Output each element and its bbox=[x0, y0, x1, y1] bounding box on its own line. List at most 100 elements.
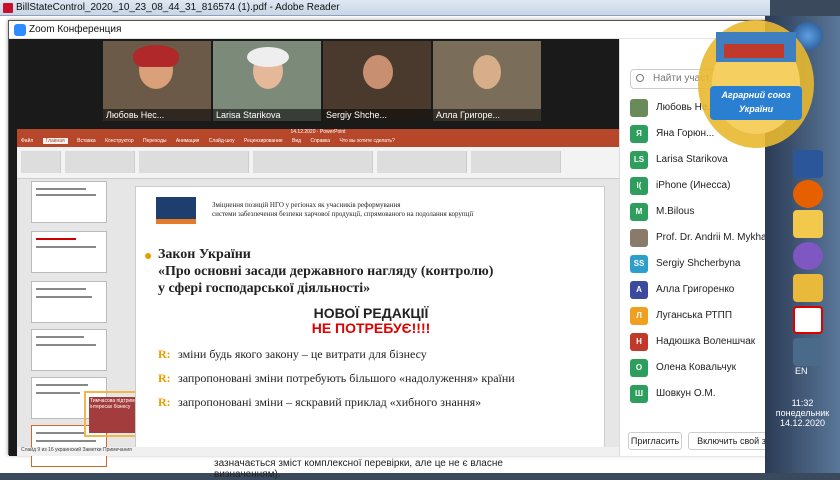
slide-heading-3: у сфері господарської діяльності» bbox=[158, 281, 371, 296]
participant-name: Алла Григоренко bbox=[656, 284, 735, 295]
ppt-tab[interactable]: Вставка bbox=[77, 138, 96, 144]
participant-avatar: Л bbox=[630, 307, 648, 325]
word-icon[interactable] bbox=[793, 150, 823, 178]
search-icon bbox=[636, 74, 644, 82]
participant-name: Олена Ковальчук bbox=[656, 362, 737, 373]
zoom-share-area: Любовь Нес... Larisa Starikova Sergiy Sh… bbox=[9, 39, 619, 467]
ppt-ribbon-tabs: Файл Главная Вставка Конструктор Переход… bbox=[17, 138, 619, 147]
participant-avatar: А bbox=[630, 281, 648, 299]
participant-avatar: SS bbox=[630, 255, 648, 273]
participant-avatar: Я bbox=[630, 125, 648, 143]
ppt-tab[interactable]: Слайд-шоу bbox=[209, 138, 235, 144]
ppt-tab[interactable]: Анимация bbox=[176, 138, 199, 144]
logo-text-line1: Аграрний союз bbox=[721, 90, 791, 100]
slide-bullet: ● bbox=[144, 249, 153, 264]
ppt-search[interactable]: Что вы хотите сделать? bbox=[339, 138, 394, 144]
participant-avatar: LS bbox=[630, 151, 648, 169]
ribbon-group[interactable] bbox=[377, 151, 467, 173]
ppt-title: 14.12.2020 · PowerPoint bbox=[17, 129, 619, 138]
video-name: Алла Григоре... bbox=[433, 109, 541, 121]
slide-thumbnail[interactable] bbox=[31, 329, 107, 371]
video-tile[interactable]: Larisa Starikova bbox=[213, 41, 321, 121]
acrobat-icon[interactable] bbox=[793, 306, 823, 334]
ppt-tab[interactable]: Вид bbox=[292, 138, 301, 144]
participant-name: Луганська РТПП bbox=[656, 310, 733, 321]
video-tile[interactable]: Любовь Нес... bbox=[103, 41, 211, 121]
reader-document-text: зазначається зміст комплексної перевірки… bbox=[0, 455, 770, 480]
clock-day: понедельник bbox=[775, 408, 830, 418]
clock-date: 14.12.2020 bbox=[779, 418, 826, 428]
zoom-window-title: Zoom Конференция bbox=[29, 24, 122, 35]
slide-red-line2: НЕ ПОТРЕБУЄ!!!! bbox=[311, 320, 431, 336]
participant-avatar: О bbox=[630, 359, 648, 377]
ribbon-group[interactable] bbox=[253, 151, 373, 173]
ppt-statusbar: Слайд 9 из 16 украинский Заметки Примеча… bbox=[17, 447, 619, 456]
slide-r-label: R: bbox=[158, 371, 171, 385]
ppt-ribbon bbox=[17, 147, 619, 179]
video-name: Larisa Starikova bbox=[213, 109, 321, 121]
video-name: Sergiy Shche... bbox=[323, 109, 431, 121]
sticky-notes-icon[interactable] bbox=[793, 210, 823, 238]
participant-avatar: Ш bbox=[630, 385, 648, 403]
slide-r-label: R: bbox=[158, 347, 171, 361]
participant-face bbox=[363, 55, 393, 89]
powerpoint-window: 14.12.2020 · PowerPoint Файл Главная Вст… bbox=[17, 129, 619, 467]
participant-name: Надюшка Воленшчак bbox=[656, 336, 756, 347]
participant-avatar bbox=[630, 99, 648, 117]
zoom-camera-icon bbox=[14, 24, 26, 36]
video-tile[interactable]: Sergiy Shche... bbox=[323, 41, 431, 121]
language-indicator[interactable]: EN bbox=[795, 366, 808, 376]
participant-name: iPhone (Инесса) bbox=[656, 180, 731, 191]
wheat-wreath-icon bbox=[698, 20, 814, 148]
logo-text-line2: України bbox=[738, 104, 774, 114]
system-clock[interactable]: 11:32 понедельник 14.12.2020 bbox=[765, 398, 840, 428]
project-logo-bar bbox=[156, 219, 196, 224]
participant-hair bbox=[133, 45, 179, 67]
participant-name: Sergiy Shcherbyna bbox=[656, 258, 741, 269]
slide-r-item: запропоновані зміни – яскравий приклад «… bbox=[178, 395, 482, 409]
ppt-tab[interactable]: Справка bbox=[310, 138, 330, 144]
participant-name: Larisa Starikova bbox=[656, 154, 728, 165]
ppt-tab[interactable]: Файл bbox=[21, 138, 33, 144]
participant-name: Шовкун О.М. bbox=[656, 388, 716, 399]
participant-name: Prof. Dr. Andrii M. Mykhailov bbox=[656, 232, 782, 243]
video-name: Любовь Нес... bbox=[103, 109, 211, 121]
agrarian-union-logo: Аграрний союз України bbox=[690, 4, 822, 154]
slide-header-line2: системи забезпечення безпеки харчової пр… bbox=[212, 210, 474, 218]
firefox-icon[interactable] bbox=[793, 180, 823, 208]
reader-window-title: BillStateControl_2020_10_23_08_44_31_816… bbox=[16, 2, 340, 13]
hidden-icons-icon[interactable] bbox=[793, 338, 823, 366]
ribbon-group[interactable] bbox=[139, 151, 249, 173]
clock-time: 11:32 bbox=[791, 398, 814, 408]
folder-icon[interactable] bbox=[793, 274, 823, 302]
slide-thumbnail[interactable] bbox=[31, 281, 107, 323]
ppt-tab[interactable]: Рецензирование bbox=[244, 138, 283, 144]
slide-r-item: зміни будь якого закону – це витрати для… bbox=[178, 347, 427, 361]
project-logo bbox=[156, 197, 196, 219]
slide-r-label: R: bbox=[158, 395, 171, 409]
slide-header-line1: Зміцнення позицій НГО у регіонах як учас… bbox=[212, 201, 401, 209]
ribbon-group[interactable] bbox=[65, 151, 135, 173]
slide-red-line1: НОВОЇ РЕДАКЦІЇ bbox=[313, 305, 429, 321]
ribbon-group[interactable] bbox=[471, 151, 561, 173]
slide-heading-1: Закон України bbox=[158, 247, 251, 262]
video-tile[interactable]: Алла Григоре... bbox=[433, 41, 541, 121]
slide-thumbnail[interactable] bbox=[31, 181, 107, 223]
ppt-tab[interactable]: Переходы bbox=[143, 138, 166, 144]
participant-face bbox=[473, 55, 501, 89]
participant-avatar: I( bbox=[630, 177, 648, 195]
participant-hair bbox=[247, 47, 289, 67]
current-slide: Зміцнення позицій НГО у регіонах як учас… bbox=[135, 186, 605, 448]
participant-avatar: M bbox=[630, 203, 648, 221]
invite-button[interactable]: Пригласить bbox=[628, 432, 682, 450]
ppt-tab[interactable]: Конструктор bbox=[105, 138, 134, 144]
ribbon-group[interactable] bbox=[21, 151, 61, 173]
participant-avatar bbox=[630, 229, 648, 247]
viber-icon[interactable] bbox=[793, 242, 823, 270]
reader-titlebar: BillStateControl_2020_10_23_08_44_31_816… bbox=[0, 0, 770, 16]
ppt-tab[interactable]: Главная bbox=[42, 138, 68, 144]
slide-thumbnail[interactable] bbox=[31, 231, 107, 273]
slide-r-item: запропоновані зміни потребують більшого … bbox=[178, 371, 515, 385]
participant-name: M.Bilous bbox=[656, 206, 695, 217]
pdf-icon bbox=[3, 3, 13, 13]
